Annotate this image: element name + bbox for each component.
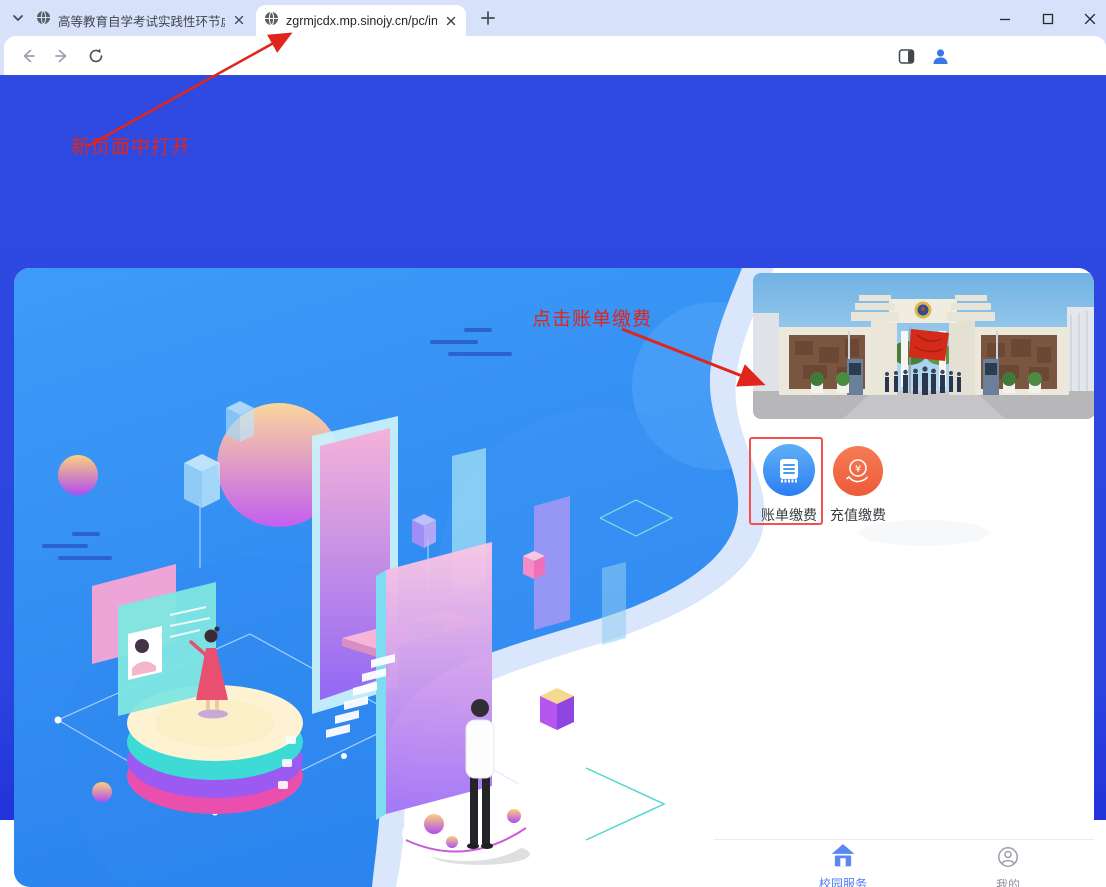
new-tab-button[interactable] bbox=[478, 8, 498, 33]
globe-icon bbox=[264, 11, 279, 31]
recharge-icon[interactable]: ¥ bbox=[833, 446, 883, 496]
browser-toolbar: zgrmjcdx.mp.sinojy.cn/pc/index.html?logi… bbox=[0, 36, 1106, 75]
tab-title: 高等教育自学考试实践性环节虚 bbox=[58, 11, 225, 30]
tab-title: zgrmjcdx.mp.sinojy.cn/pc/inc bbox=[286, 14, 437, 28]
reload-icon[interactable] bbox=[84, 44, 108, 68]
forward-icon[interactable] bbox=[50, 44, 74, 68]
content-card: 账单缴费 ¥ 充值缴费 校园服务 bbox=[14, 268, 1094, 887]
service-label: 充值缴费 bbox=[819, 505, 897, 525]
svg-text:¥: ¥ bbox=[855, 464, 861, 475]
home-icon bbox=[830, 843, 856, 868]
back-icon[interactable] bbox=[16, 44, 40, 68]
tab-inactive[interactable]: 高等教育自学考试实践性环节虚 bbox=[28, 5, 254, 35]
web-page: 账单缴费 ¥ 充值缴费 校园服务 bbox=[0, 75, 1106, 820]
window-close-icon[interactable] bbox=[1075, 7, 1105, 31]
nav-campus-services[interactable]: 校园服务 bbox=[810, 843, 876, 887]
campus-gate-photo bbox=[753, 273, 1094, 419]
annotation-open-in-new-page: 新页面中打开 bbox=[71, 132, 191, 159]
close-tab-icon[interactable] bbox=[232, 13, 246, 27]
close-tab-icon[interactable] bbox=[444, 14, 458, 28]
tab-active[interactable]: zgrmjcdx.mp.sinojy.cn/pc/inc bbox=[256, 5, 466, 36]
service-recharge-payment[interactable]: ¥ 充值缴费 bbox=[819, 446, 897, 525]
globe-icon bbox=[36, 10, 51, 30]
service-label: 账单缴费 bbox=[750, 505, 828, 525]
annotation-click-bill-payment: 点击账单缴费 bbox=[532, 304, 652, 331]
person-icon bbox=[996, 845, 1020, 869]
side-panel-icon[interactable] bbox=[894, 44, 918, 68]
nav-label: 校园服务 bbox=[810, 875, 876, 887]
window-minimize-icon[interactable] bbox=[990, 7, 1020, 31]
service-bill-payment[interactable]: 账单缴费 bbox=[750, 444, 828, 525]
bill-icon[interactable] bbox=[763, 444, 815, 496]
window-maximize-icon[interactable] bbox=[1033, 7, 1063, 31]
profile-avatar-icon[interactable] bbox=[928, 44, 952, 68]
nav-mine[interactable]: 我的 bbox=[975, 845, 1041, 887]
tab-strip: 高等教育自学考试实践性环节虚 zgrmjcdx.mp.sinojy.cn/pc/… bbox=[0, 0, 1106, 36]
nav-label: 我的 bbox=[975, 876, 1041, 887]
tab-list-chevron-icon[interactable] bbox=[8, 8, 28, 33]
bottom-nav-divider bbox=[714, 839, 1094, 840]
